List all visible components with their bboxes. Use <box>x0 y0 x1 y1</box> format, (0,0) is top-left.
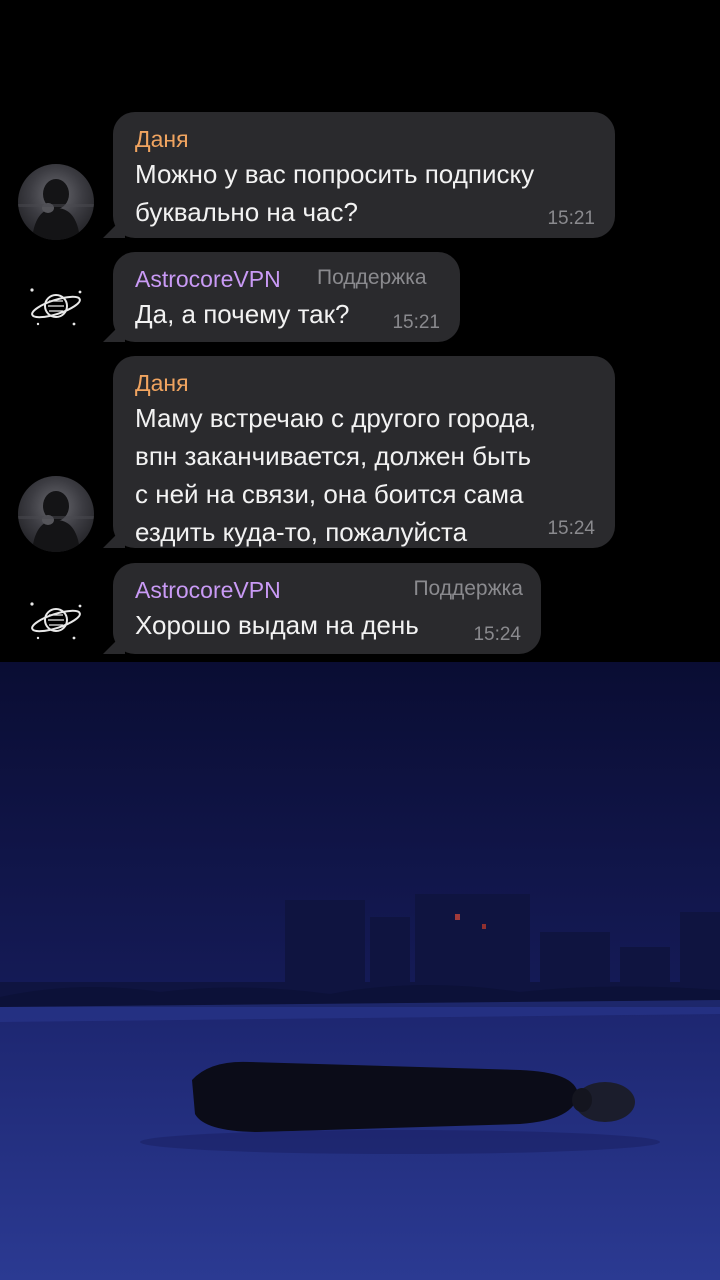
building-light <box>455 914 460 920</box>
message-bubble[interactable]: Даня Можно у вас попросить подписку букв… <box>103 112 615 238</box>
message-line: с ней на связи, она боится сама <box>135 479 524 509</box>
user-avatar[interactable] <box>18 476 94 552</box>
bot-avatar[interactable] <box>18 582 94 658</box>
message-line: Хорошо выдам на день <box>135 610 419 640</box>
message-line: Можно у вас попросить подписку <box>135 159 535 189</box>
sender-name[interactable]: Даня <box>135 368 593 398</box>
sender-role: Поддержка <box>413 577 523 600</box>
message-time: 15:24 <box>547 518 595 539</box>
message-time: 15:21 <box>392 312 440 333</box>
bubble-tail <box>103 526 125 548</box>
sender-name[interactable]: Даня <box>135 124 593 154</box>
bubble-tail <box>103 216 125 238</box>
bubble-tail <box>103 320 125 342</box>
bubble-tail <box>103 632 125 654</box>
snow-field-scene <box>0 662 720 1280</box>
message-bubble[interactable]: AstrocoreVPN Поддержка Хорошо выдам на д… <box>103 563 541 654</box>
user-avatar-photo <box>18 491 94 552</box>
message-time: 15:24 <box>473 624 521 645</box>
message-line: буквально на час? <box>135 197 358 227</box>
saturn-planet-icon <box>30 602 82 640</box>
building-light <box>482 924 486 929</box>
night-snow-photo <box>0 662 720 1280</box>
bot-avatar[interactable] <box>18 268 94 344</box>
message-line: впн заканчивается, должен быть <box>135 441 532 471</box>
saturn-planet-icon <box>30 288 82 326</box>
message-bubble[interactable]: AstrocoreVPN Поддержка Да, а почему так?… <box>103 252 460 342</box>
user-avatar[interactable] <box>18 164 94 240</box>
sender-role: Поддержка <box>317 266 427 289</box>
message-line: Маму встречаю с другого города, <box>135 403 537 433</box>
message-time: 15:21 <box>547 208 595 229</box>
message-bubble[interactable]: Даня Маму встречаю с другого города, впн… <box>103 356 615 548</box>
user-avatar-photo <box>18 179 94 240</box>
chat-screenshot: Даня Можно у вас попросить подписку букв… <box>0 0 720 662</box>
message-line: ездить куда-то, пожалуйста <box>135 517 468 547</box>
